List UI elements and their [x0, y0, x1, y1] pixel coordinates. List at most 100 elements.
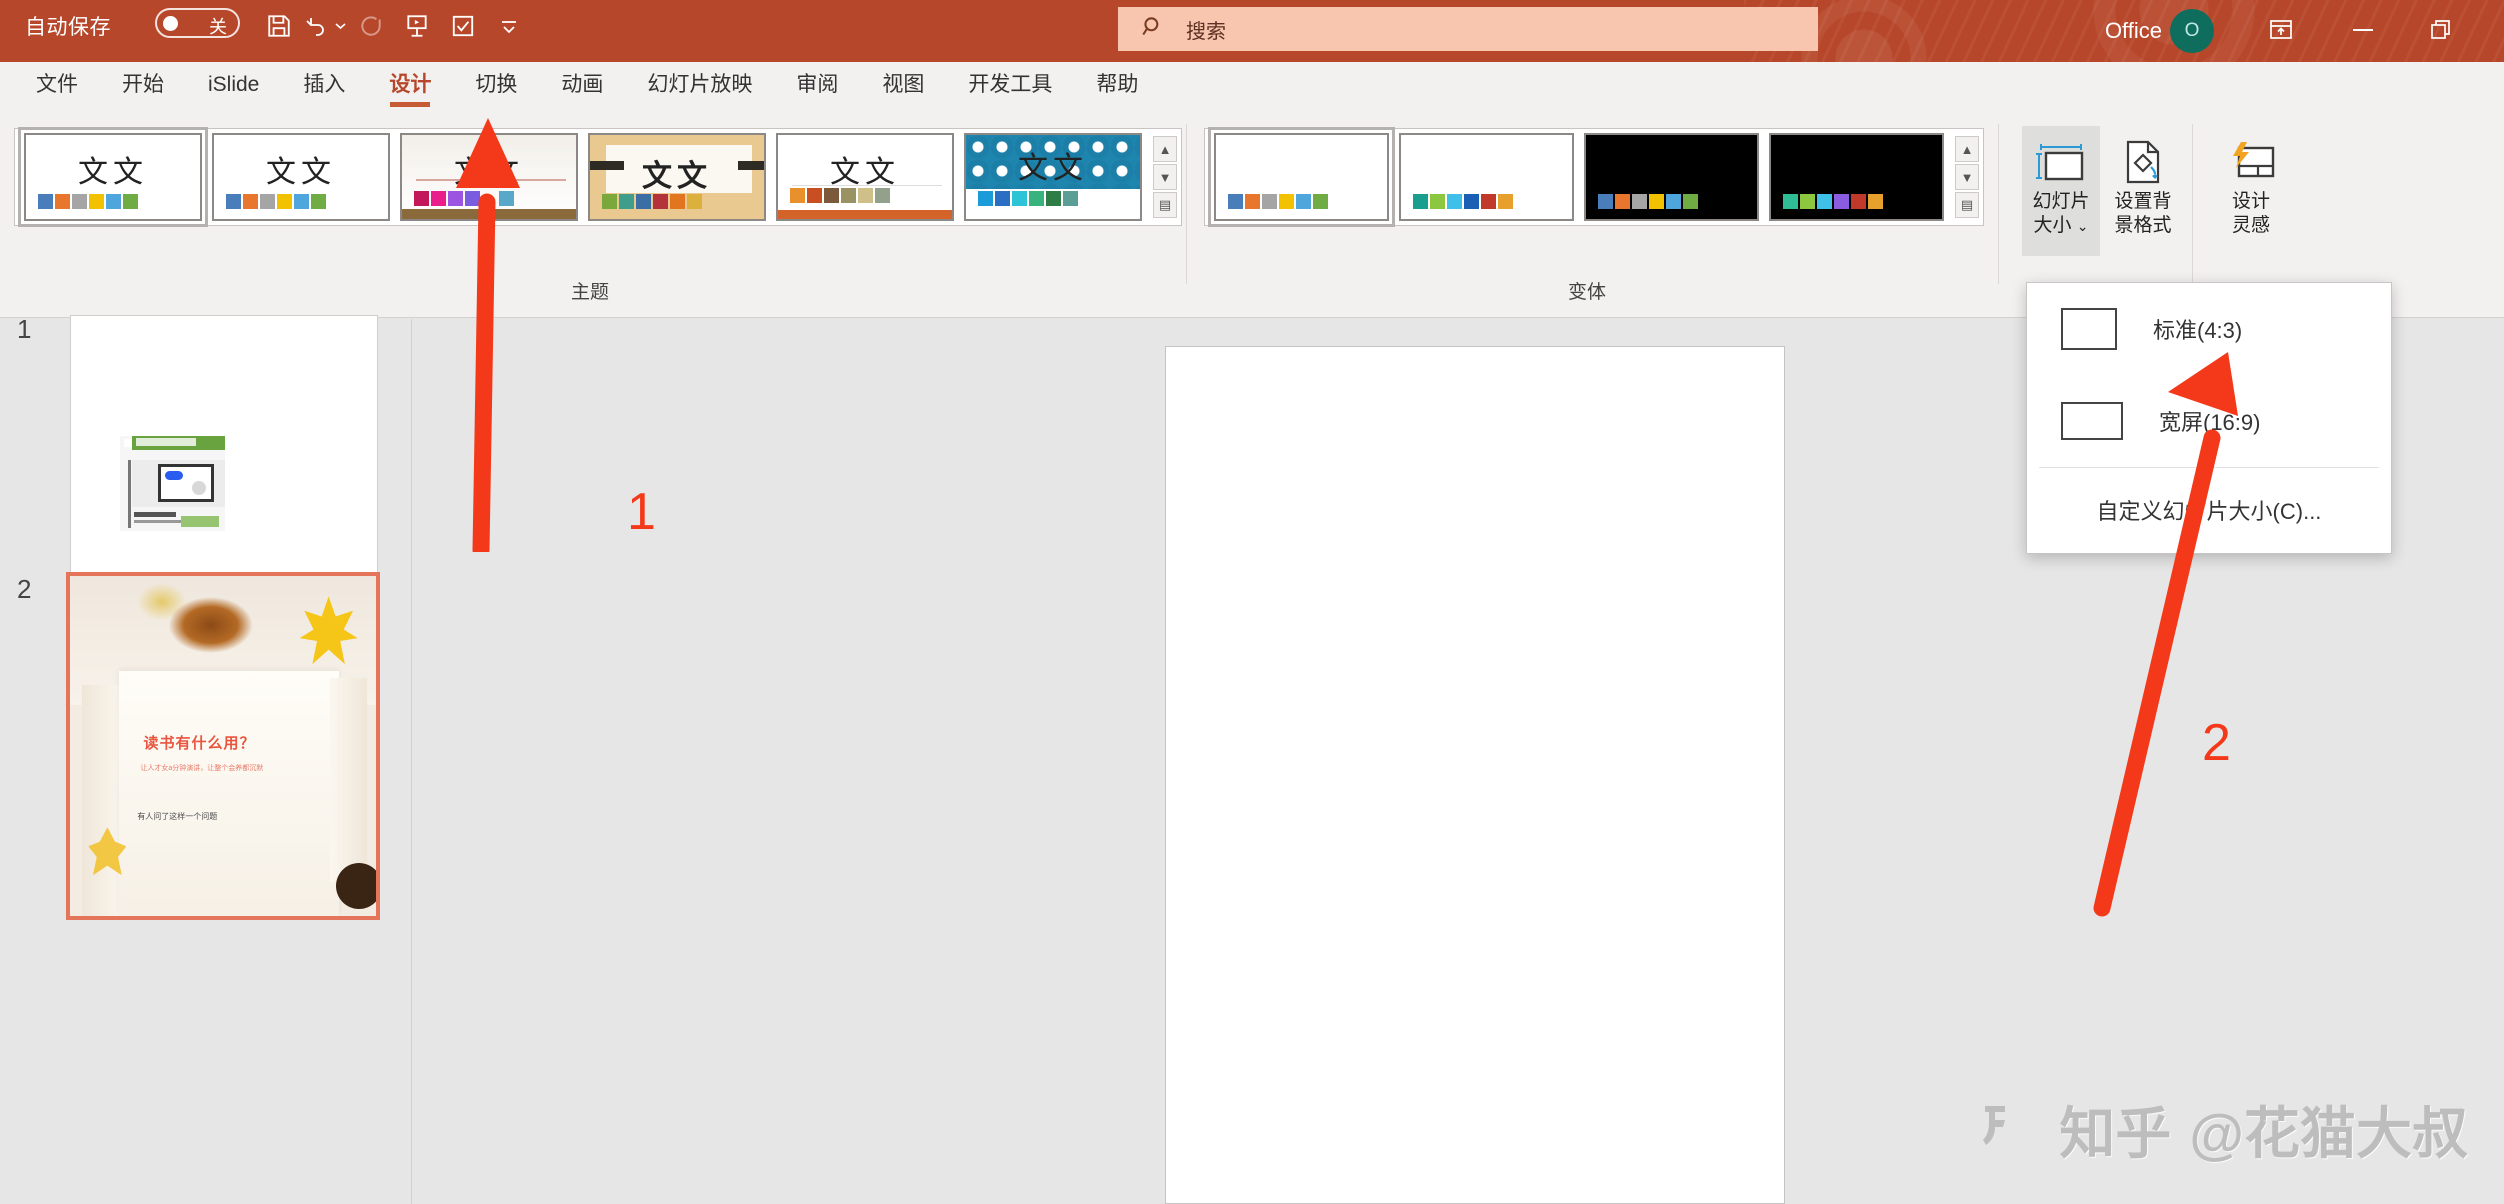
ribbon-group-themes: 文文 文文 文文 文文 文文 文文 ▲ ▼ ▤ 主题	[0, 108, 1182, 318]
theme-gallery: 文文 文文 文文 文文 文文 文文 ▲ ▼ ▤	[14, 127, 1182, 227]
slide-2-subtitle: 让人才女a分钟演讲，让整个会养都沉默	[140, 765, 264, 772]
ribbon-group-divider	[2192, 124, 2193, 284]
tab-insert[interactable]: 插入	[281, 62, 367, 108]
variant-swatches	[1413, 194, 1513, 209]
theme-thumbnail[interactable]: 文文	[400, 133, 578, 221]
theme-thumb-text: 文文	[266, 155, 336, 190]
menu-item-label: 宽屏(16:9)	[2159, 410, 2261, 435]
avatar[interactable]: O	[2170, 9, 2214, 53]
variant-thumbnail[interactable]	[1208, 127, 1395, 227]
tab-slideshow[interactable]: 幻灯片放映	[625, 62, 774, 108]
format-background-icon	[2118, 134, 2168, 190]
tab-developer[interactable]: 开发工具	[946, 62, 1074, 108]
designer-label-line1: 设计	[2231, 191, 2270, 212]
theme-thumbnail[interactable]: 文文	[18, 127, 208, 227]
menu-item-standard-4-3[interactable]: 标准(4:3)	[2027, 283, 2391, 375]
variant-swatches	[1228, 194, 1328, 209]
slide-size-label-line2: 大小 ⌄	[2033, 214, 2089, 236]
theme-gallery-scroller: ▲ ▼ ▤	[1153, 136, 1177, 218]
menu-item-label: 标准(4:3)	[2153, 318, 2243, 343]
theme-decor	[416, 179, 566, 181]
restore-icon[interactable]	[2418, 8, 2464, 52]
variant-thumbnail[interactable]	[1584, 133, 1759, 221]
theme-thumb-text: 文文	[454, 155, 524, 190]
ribbon-group-variants: ▲ ▼ ▤ 变体	[1192, 108, 1984, 318]
designer-button[interactable]: 设计 灵感	[2212, 126, 2290, 256]
variant-thumbnail[interactable]	[1769, 133, 1944, 221]
office-label: Office	[2104, 18, 2162, 43]
ribbon-group-divider	[1186, 124, 1187, 284]
watermark-site: 知乎	[2059, 1102, 2172, 1165]
tab-file[interactable]: 文件	[14, 62, 100, 108]
search-box[interactable]: 搜索	[1118, 7, 1818, 51]
slide-thumbnail-panel[interactable]: 1 2 读书有什么用？ 让人才女a分钟演讲，让整个会养都沉默 有人问了这样一个问…	[0, 314, 412, 1204]
gallery-scroll-up-button[interactable]: ▲	[1153, 136, 1177, 162]
slide-canvas[interactable]	[1165, 346, 1785, 1204]
slide-size-dropdown-menu: 标准(4:3) 宽屏(16:9) 自定义幻灯片大小(C)...	[2026, 282, 2392, 554]
ribbon-tab-strip: 文件 开始 iSlide 插入 设计 切换 动画 幻灯片放映 审阅 视图 开发工…	[0, 62, 2504, 164]
theme-decor	[402, 209, 576, 219]
qat-more-icon[interactable]	[488, 6, 530, 46]
tab-animations[interactable]: 动画	[539, 62, 625, 108]
save-icon[interactable]	[258, 6, 300, 46]
ribbon-tabs: 文件 开始 iSlide 插入 设计 切换 动画 幻灯片放映 审阅 视图 开发工…	[0, 62, 2504, 108]
tab-help[interactable]: 帮助	[1074, 62, 1160, 108]
slide-size-button[interactable]: 幻灯片 大小 ⌄	[2022, 126, 2100, 256]
slide-thumbnail[interactable]: 读书有什么用？ 让人才女a分钟演讲，让整个会养都沉默 有人问了这样一个问题	[66, 572, 380, 920]
variant-more-button[interactable]: ▤	[1955, 192, 1979, 218]
start-slideshow-icon[interactable]	[396, 6, 438, 46]
quick-access-toolbar	[258, 6, 530, 46]
theme-swatches	[602, 194, 702, 209]
slide-size-icon	[2035, 134, 2087, 190]
variant-scroll-down-button[interactable]: ▼	[1955, 164, 1979, 190]
camtasia-image	[120, 436, 225, 531]
tab-islide[interactable]: iSlide	[186, 62, 281, 108]
format-background-label-line1: 设置背	[2114, 191, 2172, 212]
slide-2-title: 读书有什么用？	[143, 735, 256, 753]
theme-thumb-text: 文文	[1018, 151, 1088, 186]
watermark: 知乎 @花猫大叔	[1979, 1089, 2468, 1170]
autosave-state-label: 关	[209, 17, 227, 37]
search-placeholder: 搜索	[1186, 20, 1226, 43]
gallery-more-button[interactable]: ▤	[1153, 192, 1177, 218]
theme-decor	[778, 210, 952, 219]
theme-swatches	[226, 194, 326, 209]
variant-gallery-scroller: ▲ ▼ ▤	[1955, 136, 1979, 218]
ribbon-group-divider	[1998, 124, 1999, 284]
autosave-toggle[interactable]: 关	[155, 8, 240, 38]
minimize-icon[interactable]	[2340, 8, 2386, 52]
tab-review[interactable]: 审阅	[774, 62, 860, 108]
theme-decor	[792, 185, 942, 186]
gallery-scroll-down-button[interactable]: ▼	[1153, 164, 1177, 190]
variant-scroll-up-button[interactable]: ▲	[1955, 136, 1979, 162]
theme-thumbnail[interactable]: 文文	[588, 133, 766, 221]
variant-swatches	[1783, 194, 1883, 209]
theme-thumbnail[interactable]: 文文	[212, 133, 390, 221]
designer-label-line2: 灵感	[2231, 214, 2270, 236]
redo-icon[interactable]	[350, 6, 392, 46]
theme-decor	[738, 161, 764, 170]
format-background-button[interactable]: 设置背 景格式	[2104, 126, 2182, 256]
tab-view[interactable]: 视图	[860, 62, 946, 108]
theme-thumb-text: 文文	[78, 155, 148, 190]
theme-thumb-text: 文文	[642, 159, 712, 194]
ribbon-display-options-icon[interactable]	[2258, 8, 2304, 52]
theme-thumbnail[interactable]: 文文	[776, 133, 954, 221]
tab-design[interactable]: 设计	[367, 62, 453, 108]
touch-mode-icon[interactable]	[442, 6, 484, 46]
variant-thumbnail[interactable]	[1399, 133, 1574, 221]
rect-16-9-icon	[2061, 402, 2123, 440]
format-background-label-line2: 景格式	[2114, 214, 2172, 236]
menu-item-custom-slide-size[interactable]: 自定义幻灯片大小(C)...	[2027, 468, 2391, 552]
undo-icon[interactable]	[304, 6, 346, 46]
theme-decor	[590, 161, 624, 170]
theme-thumbnail[interactable]: 文文	[964, 133, 1142, 221]
annotation-number-1: 1	[627, 483, 656, 541]
menu-item-widescreen-16-9[interactable]: 宽屏(16:9)	[2027, 375, 2391, 467]
search-icon	[1140, 14, 1166, 45]
tab-home[interactable]: 开始	[100, 62, 186, 108]
slide-2-artwork: 读书有什么用？ 让人才女a分钟演讲，让整个会养都沉默 有人问了这样一个问题	[70, 576, 376, 916]
group-label-variants: 变体	[1567, 282, 1606, 303]
tab-transitions[interactable]: 切换	[453, 62, 539, 108]
slide-2-body: 有人问了这样一个问题	[137, 811, 218, 821]
